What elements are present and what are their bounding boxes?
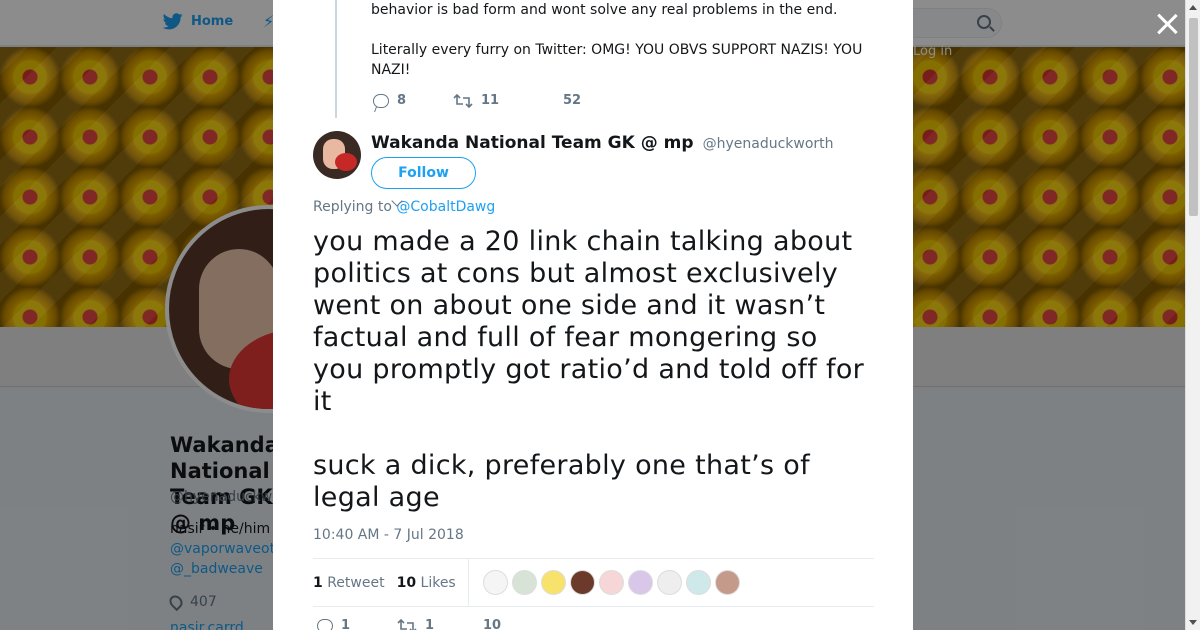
stats-divider — [467, 558, 469, 607]
avatar[interactable] — [313, 131, 361, 179]
liker-avatar[interactable] — [511, 570, 537, 595]
like-button[interactable]: 52 — [563, 93, 603, 108]
liker-avatar[interactable] — [598, 570, 624, 595]
liker-avatar[interactable] — [569, 570, 595, 595]
follow-button[interactable]: Follow — [371, 157, 476, 189]
reply-icon — [373, 93, 389, 108]
liker-avatar[interactable] — [482, 570, 508, 595]
like-stat[interactable]: 10 Likes — [397, 575, 456, 591]
reply-button[interactable]: 8 — [373, 93, 453, 108]
liker-avatar[interactable] — [656, 570, 682, 595]
author-handle[interactable]: @hyenaduckworth — [703, 136, 834, 152]
retweet-icon — [453, 93, 473, 108]
retweet-count: 1 — [425, 618, 435, 630]
page-scrollbar[interactable] — [1185, 0, 1200, 630]
like-stat-label: Likes — [420, 574, 456, 591]
retweet-icon — [397, 618, 417, 630]
retweet-button[interactable]: 11 — [453, 93, 563, 108]
scroll-up-icon[interactable] — [1189, 5, 1197, 10]
scrollbar-thumb[interactable] — [1189, 18, 1198, 216]
retweet-count: 11 — [481, 93, 500, 108]
close-icon[interactable] — [1154, 11, 1180, 37]
reply-tweet-header: Wakanda National Team GK @ mp @hyenaduck… — [313, 131, 873, 191]
like-button[interactable]: 10 — [483, 618, 501, 630]
liker-avatar[interactable] — [540, 570, 566, 595]
like-count: 10 — [483, 618, 502, 630]
like-stat-count: 10 — [396, 574, 417, 591]
like-count: 52 — [563, 93, 582, 108]
liker-avatars — [482, 570, 740, 595]
replying-prefix: Replying to — [313, 199, 392, 215]
tweet-stats: 1 Retweet 10 Likes — [313, 558, 874, 607]
tweet-text: you made a 20 link chain talking about p… — [313, 226, 865, 513]
tweet-actions: 1 1 10 — [317, 618, 501, 630]
liker-avatar[interactable] — [627, 570, 653, 595]
parent-tweet[interactable]: behavior is bad form and wont solve any … — [273, 0, 913, 125]
liker-avatar[interactable] — [685, 570, 711, 595]
replying-to-mention[interactable]: @CobaltDawg — [396, 199, 495, 215]
liker-avatar[interactable] — [714, 570, 740, 595]
scroll-down-icon[interactable] — [1189, 620, 1197, 625]
thread-connector-line — [335, 0, 337, 118]
reply-count: 8 — [397, 93, 407, 108]
tweet-permalink-modal: behavior is bad form and wont solve any … — [273, 0, 913, 630]
reply-icon — [317, 618, 333, 630]
parent-tweet-actions: 8 11 52 — [373, 93, 603, 108]
retweet-button[interactable]: 1 — [397, 618, 483, 630]
reply-count: 1 — [341, 618, 351, 630]
replying-to-line: Replying to @CobaltDawg — [313, 199, 495, 215]
tweet-timestamp[interactable]: 10:40 AM - 7 Jul 2018 — [313, 527, 464, 543]
parent-tweet-text: behavior is bad form and wont solve any … — [371, 2, 863, 78]
author-display-name[interactable]: Wakanda National Team GK @ mp — [371, 133, 694, 153]
retweet-stat[interactable]: 1 Retweet — [313, 575, 385, 591]
retweet-stat-count: 1 — [313, 574, 323, 591]
retweet-stat-label: Retweet — [327, 574, 385, 591]
author-line[interactable]: Wakanda National Team GK @ mp @hyenaduck… — [371, 133, 834, 153]
reply-button[interactable]: 1 — [317, 618, 397, 630]
